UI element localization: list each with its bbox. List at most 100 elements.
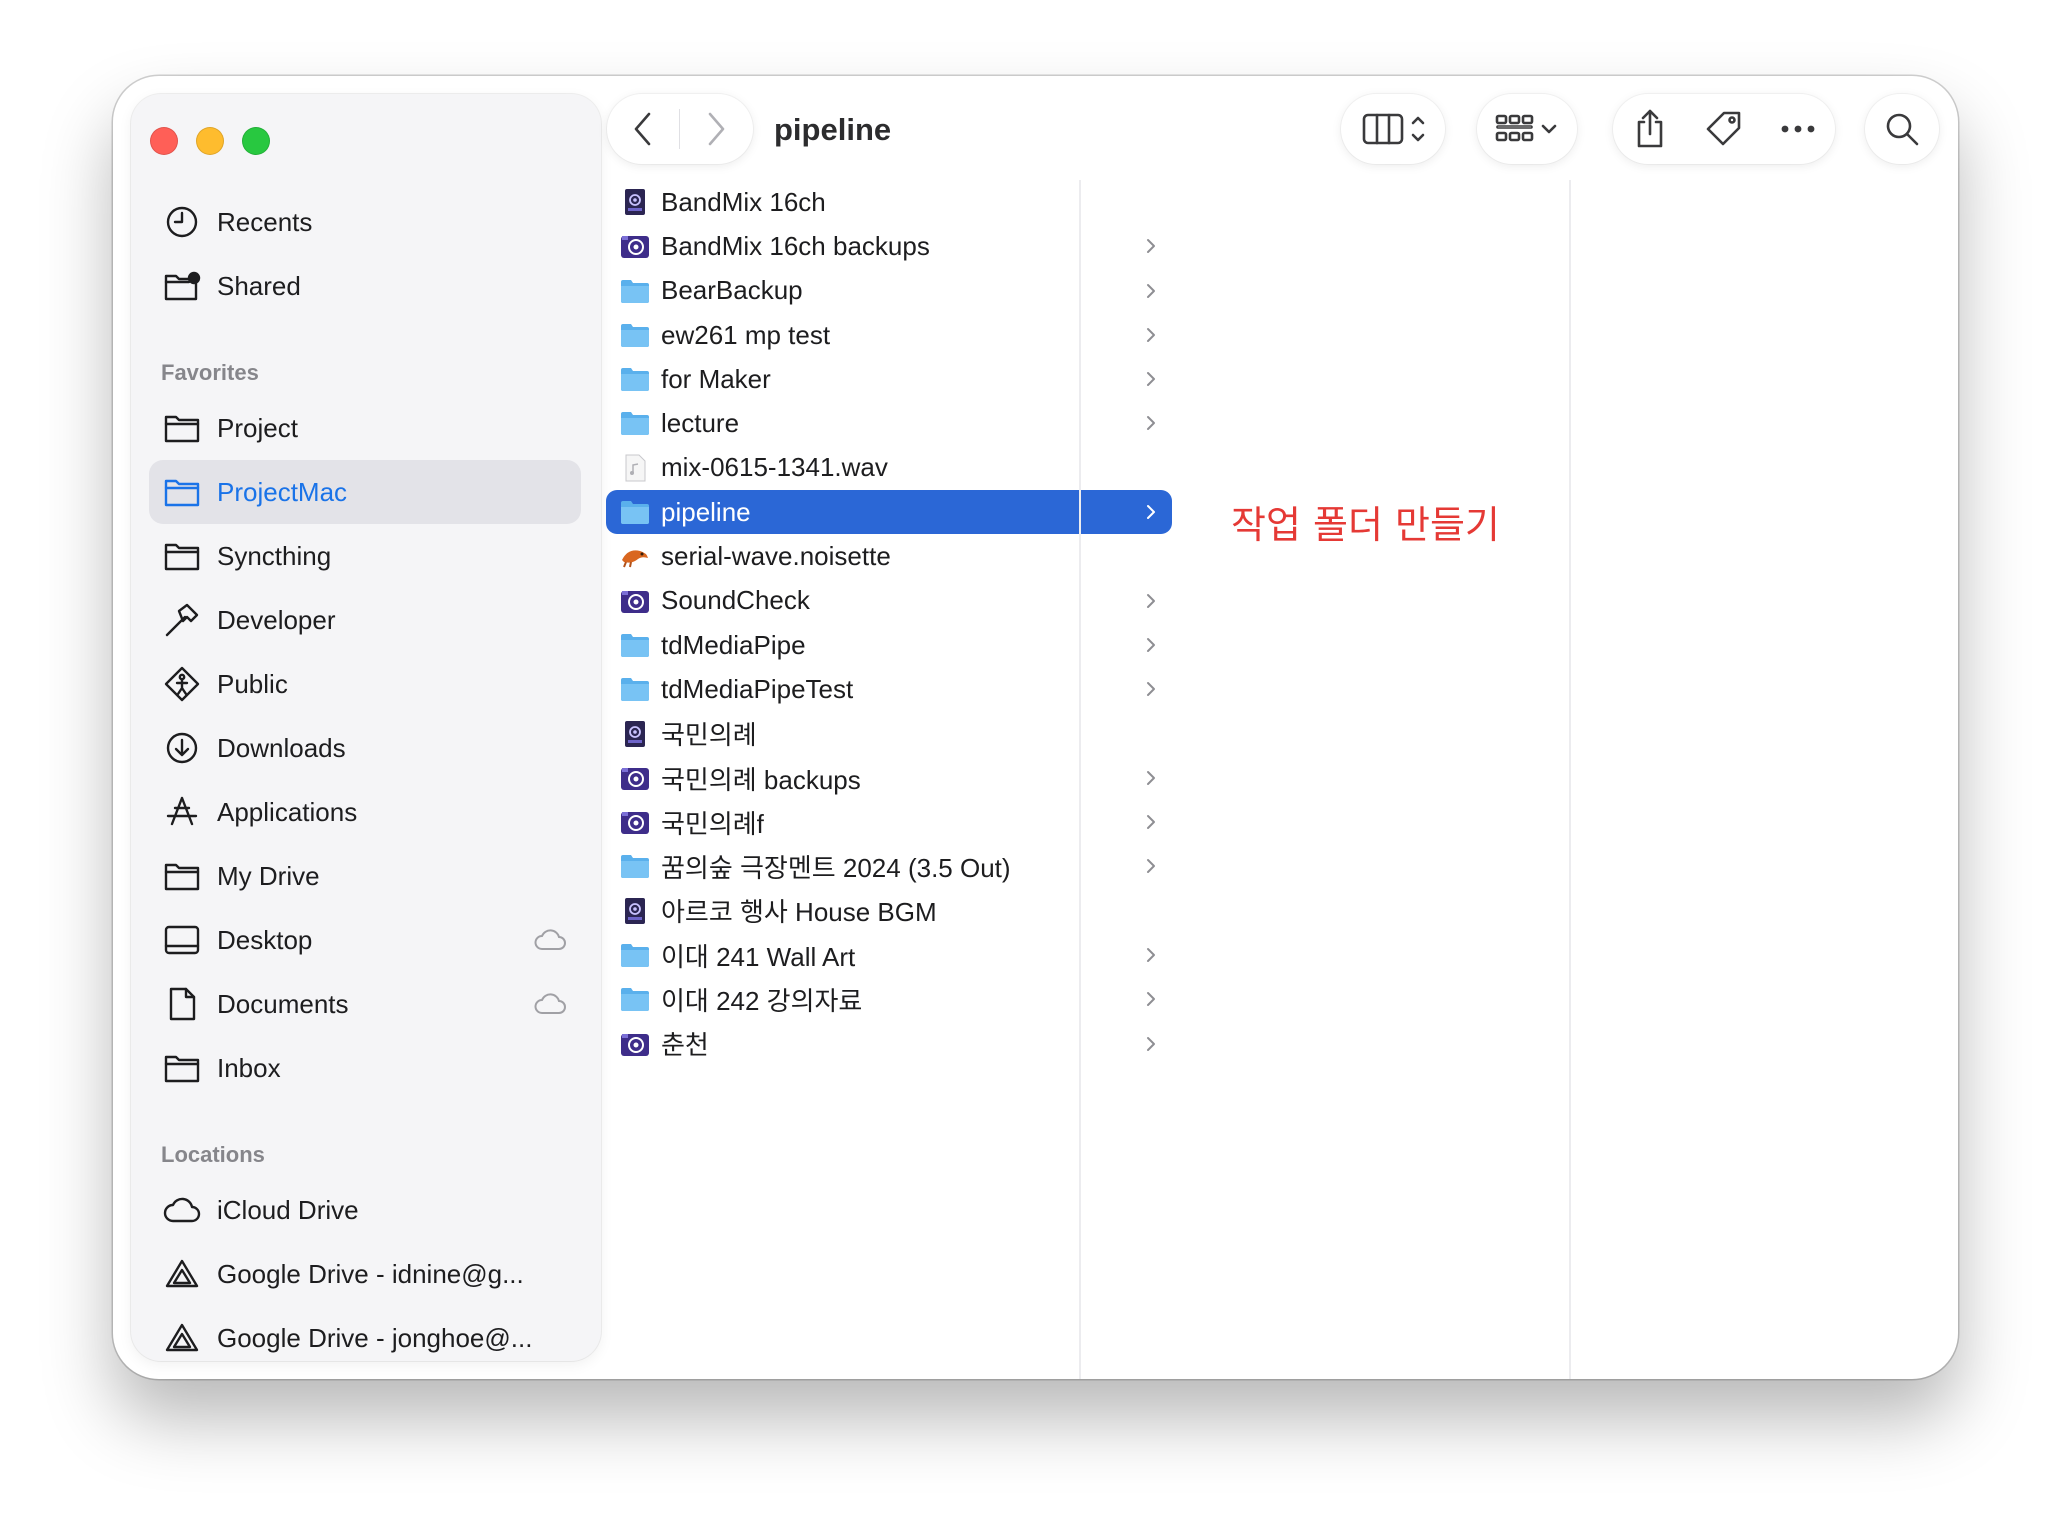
project-bundle-icon [621,767,649,790]
file-row[interactable]: 국민의례f [606,800,1172,844]
navigation-controls [607,94,753,164]
sidebar-item-projectmac[interactable]: ProjectMac [149,460,581,524]
desktop-icon [164,925,200,955]
forward-button[interactable] [680,94,752,164]
file-row[interactable]: pipeline [606,490,1172,535]
chevron-right-icon [1147,593,1155,608]
sidebar: Recents Shared Favorites Project ProjectMac S… [131,94,601,1361]
column-divider[interactable] [1079,180,1081,1379]
chevron-right-icon [1147,372,1155,387]
sidebar-item-developer[interactable]: Developer [149,588,581,652]
file-row[interactable]: ew261 mp test [606,313,1172,357]
file-row[interactable]: tdMediaPipeTest [606,667,1172,711]
share-button[interactable] [1613,94,1687,164]
file-name: BandMix 16ch [661,186,826,217]
file-name: tdMediaPipeTest [661,673,854,704]
google-drive-icon [165,1259,199,1288]
sidebar-item-public[interactable]: Public [149,652,581,716]
file-name: for Maker [661,363,771,394]
file-row[interactable]: SoundCheck [606,579,1172,623]
window-title: pipeline [774,112,892,147]
actions-group [1613,94,1835,164]
sidebar-list: Recents Shared Favorites Project ProjectMac S… [131,190,601,1361]
sidebar-item-applications[interactable]: Applications [149,780,581,844]
folder-icon [621,855,649,879]
view-mode-button[interactable] [1341,94,1445,164]
file-name: 이대 242 강의자료 [661,985,863,1016]
file-row[interactable]: 아르코 행사 House BGM [606,889,1172,933]
search-button[interactable] [1865,94,1939,164]
back-button[interactable] [607,94,679,164]
sidebar-item-downloads[interactable]: Downloads [149,716,581,780]
file-row[interactable]: serial-wave.noisette [606,534,1172,578]
chevron-right-icon [1147,637,1155,652]
close-window-button[interactable] [150,127,178,155]
zoom-window-button[interactable] [242,127,270,155]
chevron-left-icon [634,112,651,146]
file-name: BandMix 16ch backups [661,230,930,261]
folder-icon [164,1055,200,1083]
sidebar-item-google-drive-jonghoe[interactable]: Google Drive - jonghoe@... [149,1306,581,1361]
folder-icon [621,633,649,657]
sidebar-item-recents[interactable]: Recents [149,190,581,254]
file-name: 꿈의숲 극장멘트 2024 (3.5 Out) [661,853,1011,884]
chevron-right-icon [1147,859,1155,874]
chevron-right-icon [1147,770,1155,785]
sidebar-item-syncthing[interactable]: Syncthing [149,524,581,588]
locations-header: Locations [161,1142,265,1167]
file-row[interactable]: 국민의례 [606,712,1172,756]
sidebar-item-inbox[interactable]: Inbox [149,1036,581,1100]
file-row[interactable]: BearBackup [606,269,1172,313]
more-actions-button[interactable] [1761,94,1835,164]
folder-icon [621,501,649,525]
file-row[interactable]: for Maker [606,357,1172,401]
project-bundle-icon [621,590,649,613]
sidebar-item-label: Developer [217,604,336,635]
sidebar-item-label: Google Drive - idnine@g... [217,1258,524,1289]
sidebar-item-google-drive-idnine-g[interactable]: Google Drive - idnine@g... [149,1242,581,1306]
sidebar-item-label: Public [217,668,288,699]
chevron-right-icon [1147,239,1155,254]
ellipsis-icon [1781,125,1815,133]
group-by-button[interactable] [1477,94,1577,164]
column-divider[interactable] [1569,180,1571,1379]
sidebar-item-my-drive[interactable]: My Drive [149,844,581,908]
folder-icon [621,368,649,392]
icloud-status-icon [534,993,566,1014]
file-row[interactable]: BandMix 16ch backups [606,224,1172,268]
folder-icon [621,323,649,347]
file-name: BearBackup [661,275,803,306]
sidebar-item-shared[interactable]: Shared [149,254,581,318]
file-row[interactable]: BandMix 16ch [606,180,1172,224]
file-row[interactable]: mix-0615-1341.wav [606,446,1172,490]
column-view-icon [1362,113,1425,145]
file-name: 국민의례f [661,808,764,839]
folder-icon [164,543,200,571]
annotation-text: 작업 폴더 만들기 [1231,503,1500,547]
sidebar-item-documents[interactable]: Documents [149,972,581,1036]
file-column: BandMix 16ch BandMix 16ch backups BearBack… [606,180,1192,1379]
chevron-right-icon [1147,992,1155,1007]
tag-button[interactable] [1687,94,1761,164]
sidebar-item-label: Desktop [217,924,313,955]
file-row[interactable]: 이대 241 Wall Art [606,933,1172,977]
file-row[interactable]: 국민의례 backups [606,756,1172,800]
sidebar-item-desktop[interactable]: Desktop [149,908,581,972]
sidebar-item-icloud-drive[interactable]: iCloud Drive [149,1178,581,1242]
file-row[interactable]: 이대 242 강의자료 [606,977,1172,1021]
file-row[interactable]: 춘천 [606,1022,1172,1066]
sidebar-item-label: iCloud Drive [217,1194,359,1225]
icloud-status-icon [534,929,566,950]
project-bundle-icon [621,812,649,835]
sidebar-item-project[interactable]: Project [149,396,581,460]
minimize-window-button[interactable] [196,127,224,155]
file-name: tdMediaPipe [661,629,806,660]
project-bundle-icon [621,236,649,259]
chevron-right-icon [1147,505,1155,520]
file-row[interactable]: lecture [606,401,1172,445]
file-row[interactable]: 꿈의숲 극장멘트 2024 (3.5 Out) [606,844,1172,888]
folder-icon [164,415,200,443]
public-icon [164,666,200,702]
hammer-icon [165,603,199,637]
file-row[interactable]: tdMediaPipe [606,623,1172,667]
